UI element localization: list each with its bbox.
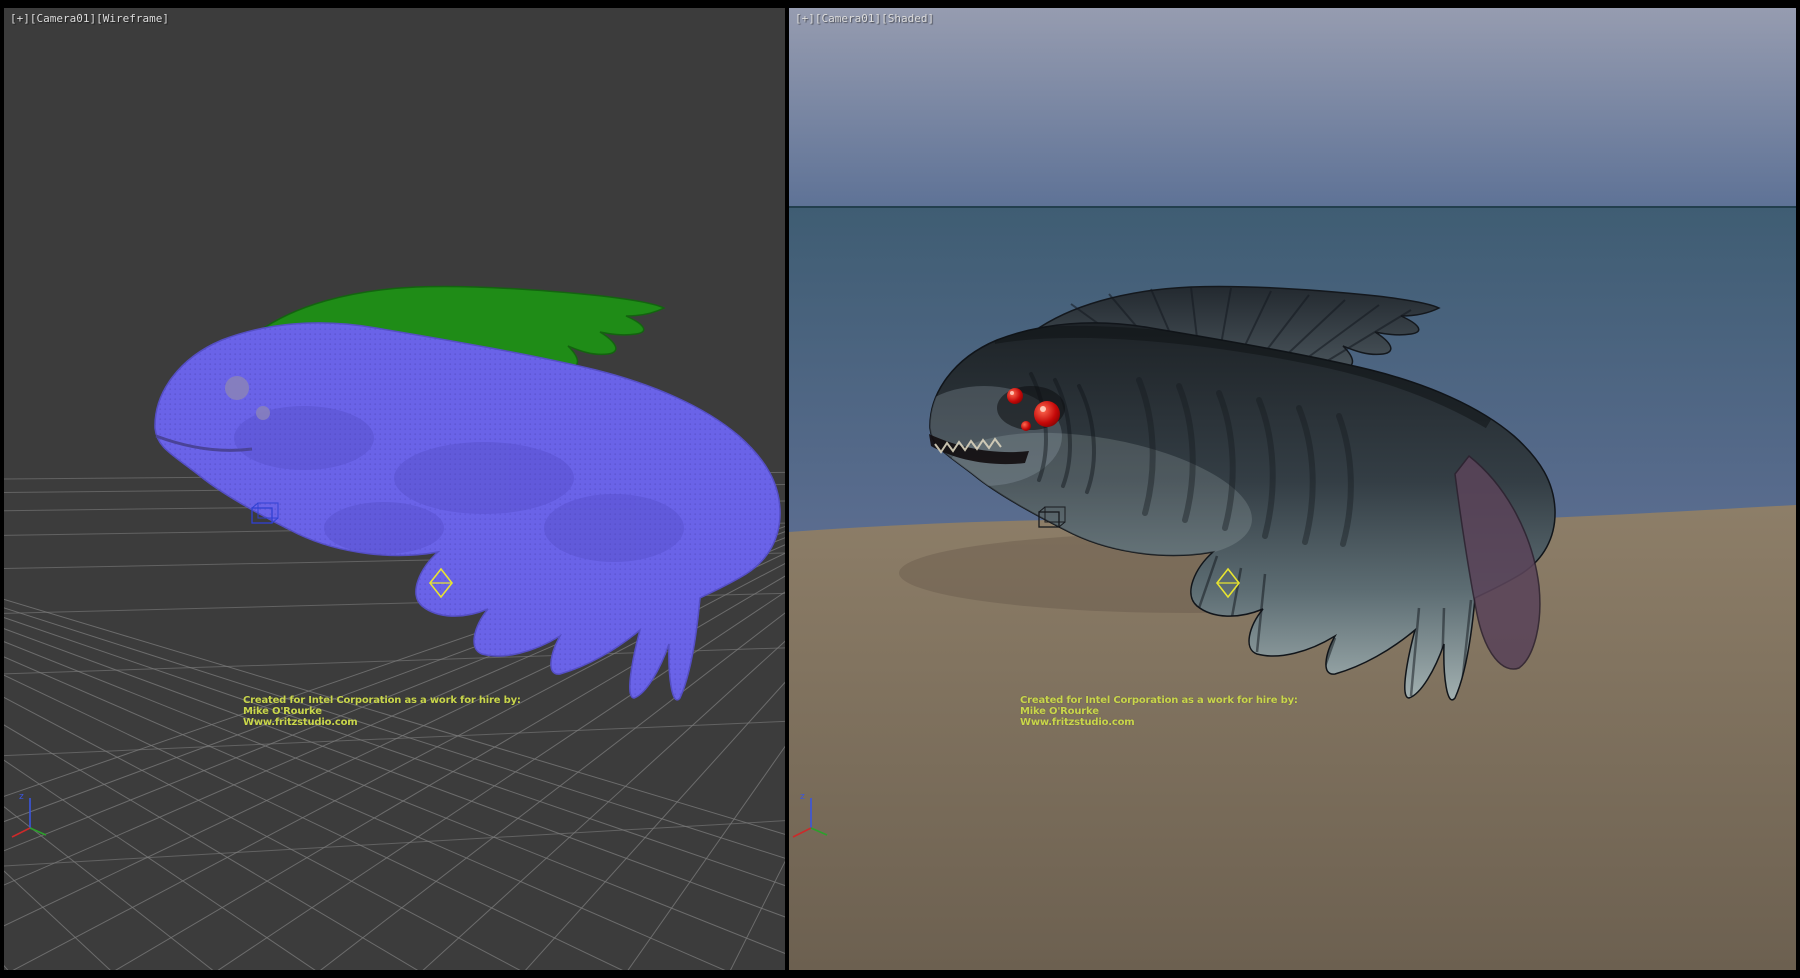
viewport-menu-shading[interactable]: [Shaded] <box>881 12 934 25</box>
eye-red-large <box>1034 401 1060 427</box>
credit-line-2: Mike O'Rourke <box>1020 706 1298 717</box>
viewport-shaded[interactable]: z [+][Camera01][Shaded] Created for Inte… <box>789 8 1796 970</box>
world-axis-gizmo: z <box>12 792 46 837</box>
credit-line-3: Www.fritzstudio.com <box>243 717 521 728</box>
eye-highlight-small <box>1010 391 1014 395</box>
scene-credit-text: Created for Intel Corporation as a work … <box>243 695 521 728</box>
eye-left <box>225 376 249 400</box>
credit-line-3: Www.fritzstudio.com <box>1020 717 1298 728</box>
credit-line-2: Mike O'Rourke <box>243 706 521 717</box>
viewport-menu-pov[interactable]: [Camera01] <box>815 12 881 25</box>
eye-small <box>256 406 270 420</box>
viewport-menu-pov[interactable]: [Camera01] <box>30 12 96 25</box>
credit-line-1: Created for Intel Corporation as a work … <box>1020 695 1298 706</box>
axis-z-label: z <box>800 792 805 802</box>
eye-highlight <box>1040 406 1046 412</box>
viewport-label: [+][Camera01][Shaded] <box>795 12 934 25</box>
sky <box>789 8 1796 208</box>
viewport-label: [+][Camera01][Wireframe] <box>10 12 169 25</box>
credit-line-1: Created for Intel Corporation as a work … <box>243 695 521 706</box>
eye-red-tiny <box>1021 421 1031 431</box>
viewport-menu-general[interactable]: [+] <box>10 12 30 25</box>
scene-credit-text: Created for Intel Corporation as a work … <box>1020 695 1298 728</box>
axis-z-label: z <box>19 792 24 802</box>
fish-model-wireframe[interactable] <box>144 278 785 718</box>
viewport-menu-general[interactable]: [+] <box>795 12 815 25</box>
eye-red-small <box>1007 388 1023 404</box>
shaded-canvas[interactable]: z <box>789 8 1796 970</box>
mesh-speckle-texture <box>144 278 785 718</box>
viewport-wireframe[interactable]: z [+][Camera01][Wireframe] Created for I… <box>4 8 785 970</box>
wireframe-canvas[interactable]: z <box>4 8 785 970</box>
viewport-menu-shading[interactable]: [Wireframe] <box>96 12 169 25</box>
